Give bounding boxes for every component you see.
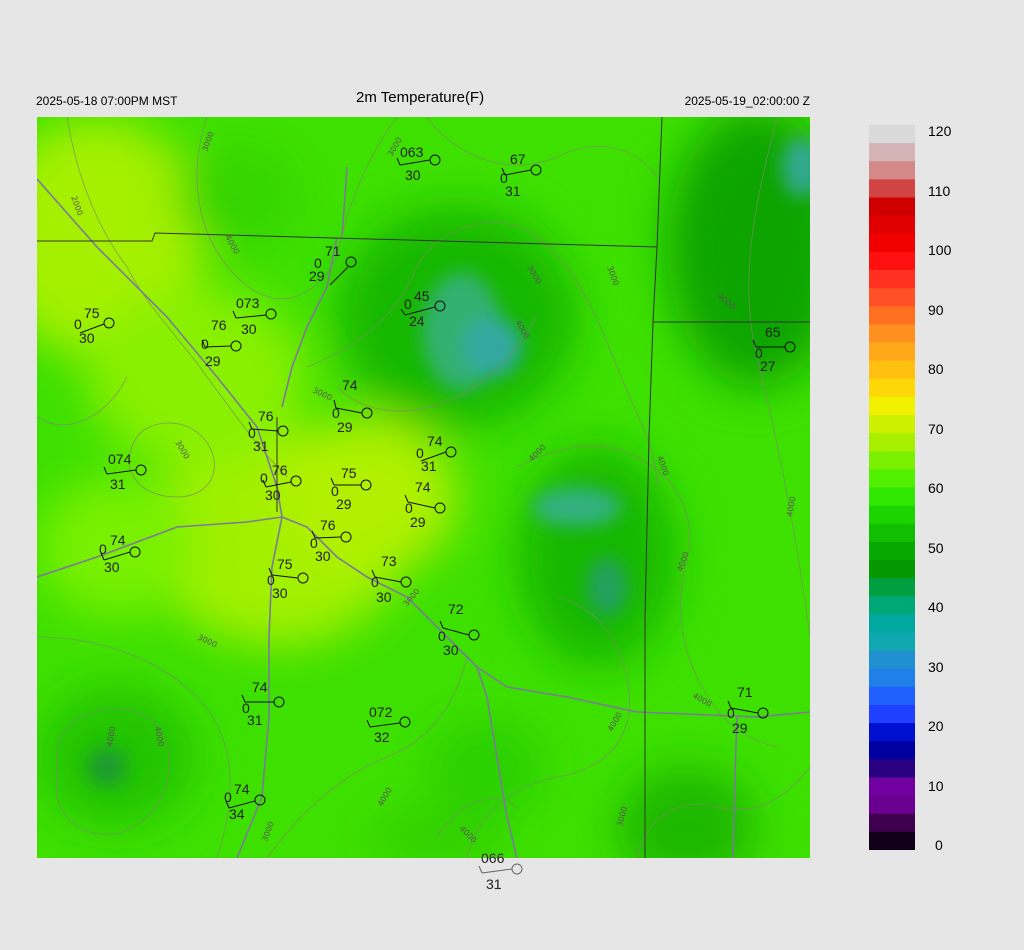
colorbar-segment [869, 759, 915, 779]
colorbar-segment [869, 125, 915, 144]
colorbar-tick-label: 60 [928, 480, 944, 496]
colorbar [869, 125, 915, 850]
colorbar-segment [869, 197, 915, 217]
colorbar-tick-label: 70 [928, 420, 944, 437]
colorbar-segment [869, 650, 915, 670]
colorbar-tick-label: 20 [928, 718, 944, 734]
colorbar-segment [869, 777, 915, 797]
colorbar-segment [869, 451, 915, 470]
colorbar-tick-label: 120 [928, 123, 952, 139]
colorbar-segment [869, 433, 915, 452]
colorbar-segment [869, 342, 915, 362]
colorbar-segment [869, 741, 915, 760]
map-canvas: 2000 3000 4000 3000 3000 3000 4000 4000 … [37, 117, 810, 858]
colorbar-tick-label: 110 [928, 182, 951, 199]
colorbar-segment [869, 469, 915, 489]
colorbar-tick-label: 30 [928, 658, 944, 675]
colorbar-segment [869, 523, 915, 543]
colorbar-tick-label: 50 [928, 539, 944, 556]
colorbar-segment [869, 668, 915, 688]
map-title: 2m Temperature(F) [356, 89, 485, 106]
colorbar-segment [869, 614, 915, 634]
colorbar-tick-label: 90 [928, 301, 944, 318]
colorbar-segment [869, 632, 915, 652]
utc-time-label: 2025-05-19_02:00:00 Z [684, 94, 810, 108]
colorbar-segment [869, 161, 915, 180]
colorbar-segment [869, 541, 915, 561]
colorbar-segment [869, 813, 915, 833]
colorbar-tick-label: 80 [928, 361, 944, 377]
colorbar-segment [869, 179, 915, 199]
local-time-label: 2025-05-18 07:00PM MST [36, 94, 178, 108]
colorbar-segment [869, 288, 915, 307]
colorbar-segment [869, 578, 915, 597]
colorbar-segment [869, 270, 915, 289]
colorbar-segment [869, 560, 915, 579]
colorbar-segment [869, 705, 915, 724]
colorbar-segment [869, 596, 915, 615]
colorbar-tick-label: 100 [928, 242, 952, 258]
colorbar-segment [869, 215, 915, 235]
colorbar-segment [869, 831, 915, 850]
colorbar-segment [869, 396, 915, 416]
colorbar-segment [869, 360, 915, 380]
colorbar-segment [869, 324, 915, 344]
colorbar-segment [869, 686, 915, 706]
colorbar-segment [869, 723, 915, 742]
colorbar-tick-label: 0 [935, 837, 943, 853]
colorbar-segment [869, 487, 915, 507]
colorbar-segment [869, 378, 915, 398]
colorbar-segment [869, 306, 915, 325]
colorbar-segment [869, 143, 915, 162]
colorbar-segment [869, 415, 915, 434]
colorbar-tick-label: 10 [928, 777, 944, 794]
colorbar-segment [869, 505, 915, 525]
colorbar-segment [869, 251, 915, 271]
colorbar-tick-label: 40 [928, 599, 944, 615]
colorbar-segment [869, 795, 915, 815]
temperature-map[interactable]: 2000 3000 4000 3000 3000 3000 4000 4000 … [37, 117, 810, 858]
svg-text:31: 31 [486, 876, 502, 892]
colorbar-segment [869, 233, 915, 253]
